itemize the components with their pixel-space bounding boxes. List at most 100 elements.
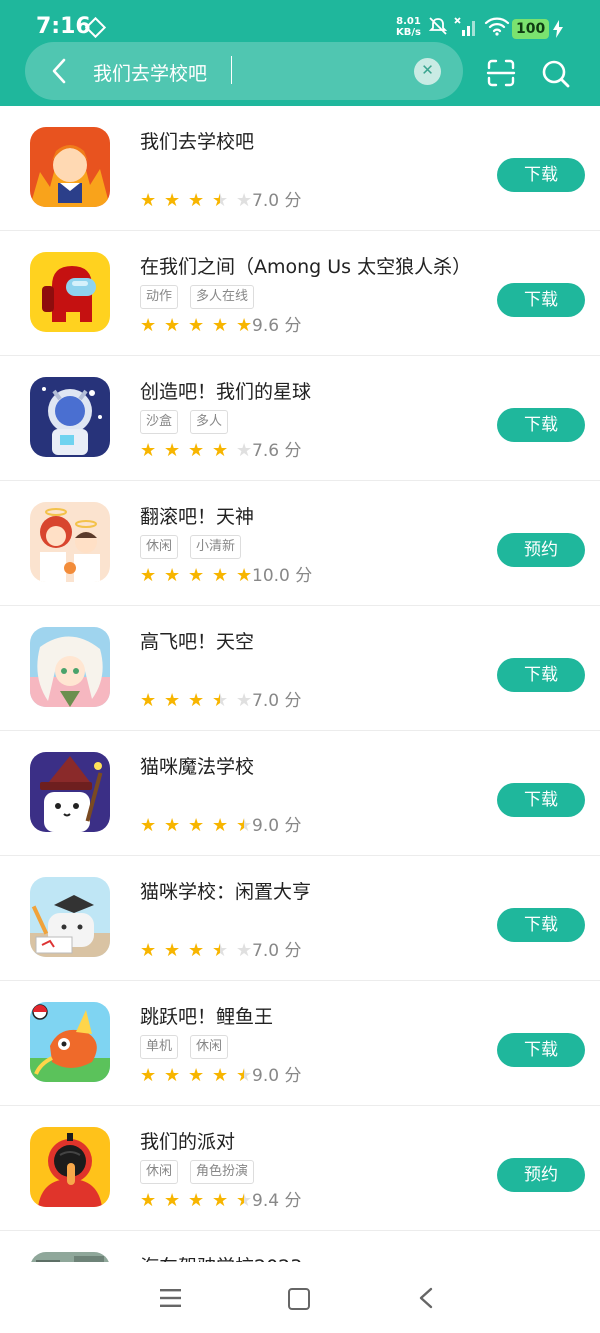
clear-search-button[interactable]: ✕ <box>414 58 441 85</box>
home-icon[interactable] <box>288 1288 310 1310</box>
reserve-button[interactable]: 预约 <box>497 1158 585 1192</box>
signal-icon <box>454 17 475 36</box>
rating-score: 9.0 分 <box>252 816 302 836</box>
star-icon: ★ <box>212 940 229 961</box>
list-item[interactable]: 高飞吧！天空 ★ ★ ★ ★ ★ 7.0 分 下载 <box>0 606 600 731</box>
star-icon: ★ <box>236 1065 253 1086</box>
download-button[interactable]: 下载 <box>497 658 585 692</box>
app-icon[interactable] <box>30 502 110 582</box>
app-icon[interactable] <box>30 627 110 707</box>
star-icon: ★ <box>188 190 205 211</box>
star-icon: ★ <box>164 690 181 711</box>
tag-list: 沙盒 多人 <box>140 410 240 434</box>
app-title[interactable]: 我们的派对 <box>140 1127 235 1154</box>
rating-score: 7.0 分 <box>252 941 302 961</box>
app-title[interactable]: 跳跃吧！鲤鱼王 <box>140 1002 273 1029</box>
app-title[interactable]: 高飞吧！天空 <box>140 627 254 654</box>
rating-score: 7.0 分 <box>252 691 302 711</box>
tag-list: 休闲 小清新 <box>140 535 253 559</box>
star-icon: ★ <box>164 940 181 961</box>
star-icon: ★ <box>188 815 205 836</box>
tag: 小清新 <box>190 535 242 559</box>
scan-icon[interactable] <box>486 58 516 88</box>
tag: 多人 <box>190 410 229 434</box>
star-icon: ★ <box>140 1190 157 1211</box>
rating-score: 7.0 分 <box>252 191 302 211</box>
network-speed-value: 8.01 <box>396 16 421 27</box>
search-icon[interactable] <box>540 58 572 90</box>
tag: 休闲 <box>140 1160 179 1184</box>
star-icon: ★ <box>188 940 205 961</box>
list-item[interactable]: 猫咪魔法学校 ★ ★ ★ ★ ★ 9.0 分 下载 <box>0 731 600 856</box>
app-icon[interactable] <box>30 877 110 957</box>
search-bar[interactable]: 我们去学校吧 ✕ <box>25 42 463 100</box>
wifi-icon <box>484 17 510 36</box>
star-icon: ★ <box>236 690 253 711</box>
app-title[interactable]: 猫咪学校：闲置大亨 <box>140 877 311 904</box>
list-item[interactable]: 我们去学校吧 ★ ★ ★ ★ ★ 7.0 分 下载 <box>0 106 600 231</box>
back-icon[interactable] <box>418 1287 434 1309</box>
star-icon: ★ <box>212 565 229 586</box>
star-icon: ★ <box>212 440 229 461</box>
star-icon: ★ <box>236 940 253 961</box>
app-icon[interactable] <box>30 1252 110 1262</box>
back-arrow-icon[interactable] <box>45 56 75 86</box>
app-title[interactable]: 猫咪魔法学校 <box>140 752 254 779</box>
star-icon: ★ <box>212 1190 229 1211</box>
app-title[interactable]: 我们去学校吧 <box>140 127 254 154</box>
list-item[interactable]: 翻滚吧！天神 休闲 小清新 ★ ★ ★ ★ ★ 10.0 分 预约 <box>0 481 600 606</box>
app-icon[interactable] <box>30 127 110 207</box>
star-icon: ★ <box>236 440 253 461</box>
app-icon[interactable] <box>30 377 110 457</box>
star-icon: ★ <box>140 565 157 586</box>
download-button[interactable]: 下载 <box>497 158 585 192</box>
search-results-list: 我们去学校吧 ★ ★ ★ ★ ★ 7.0 分 下载 在我们之间（Among Us… <box>0 106 600 1262</box>
star-icon: ★ <box>164 440 181 461</box>
rating-score: 9.4 分 <box>252 1191 302 1211</box>
star-icon: ★ <box>188 690 205 711</box>
app-title[interactable]: 创造吧！我们的星球 <box>140 377 311 404</box>
app-title[interactable]: 汽车驾驶学校2023 <box>140 1252 302 1262</box>
star-icon: ★ <box>164 190 181 211</box>
star-icon: ★ <box>188 315 205 336</box>
app-icon[interactable] <box>30 1002 110 1082</box>
tag: 休闲 <box>140 535 179 559</box>
text-cursor <box>231 56 232 84</box>
list-item[interactable]: 在我们之间（Among Us 太空狼人杀） 动作 多人在线 ★ ★ ★ ★ ★ 9… <box>0 231 600 356</box>
star-icon: ★ <box>140 1065 157 1086</box>
star-icon: ★ <box>140 440 157 461</box>
list-item[interactable]: 猫咪学校：闲置大亨 ★ ★ ★ ★ ★ 7.0 分 下载 <box>0 856 600 981</box>
star-icon: ★ <box>188 565 205 586</box>
download-button[interactable]: 下载 <box>497 783 585 817</box>
star-icon: ★ <box>236 1190 253 1211</box>
menu-icon[interactable] <box>160 1289 181 1307</box>
app-icon[interactable] <box>30 252 110 332</box>
star-icon: ★ <box>164 565 181 586</box>
star-icon: ★ <box>212 815 229 836</box>
list-item[interactable]: 汽车驾驶学校2023 <box>0 1231 600 1262</box>
search-input[interactable]: 我们去学校吧 <box>93 59 207 86</box>
star-icon: ★ <box>236 315 253 336</box>
list-item[interactable]: 跳跃吧！鲤鱼王 单机 休闲 ★ ★ ★ ★ ★ 9.0 分 下载 <box>0 981 600 1106</box>
app-icon[interactable] <box>30 752 110 832</box>
download-button[interactable]: 下载 <box>497 408 585 442</box>
star-icon: ★ <box>188 1065 205 1086</box>
star-icon: ★ <box>188 440 205 461</box>
app-title[interactable]: 翻滚吧！天神 <box>140 502 254 529</box>
star-icon: ★ <box>164 1190 181 1211</box>
app-title[interactable]: 在我们之间（Among Us 太空狼人杀） <box>140 252 471 279</box>
star-icon: ★ <box>212 315 229 336</box>
tag-list: 休闲 角色扮演 <box>140 1160 266 1184</box>
star-icon: ★ <box>236 190 253 211</box>
status-bar: 7:16 8.01 KB/s 100 <box>0 0 600 40</box>
reserve-button[interactable]: 预约 <box>497 533 585 567</box>
download-button[interactable]: 下载 <box>497 908 585 942</box>
app-icon[interactable] <box>30 1127 110 1207</box>
list-item[interactable]: 我们的派对 休闲 角色扮演 ★ ★ ★ ★ ★ 9.4 分 预约 <box>0 1106 600 1231</box>
rating-score: 9.6 分 <box>252 316 302 336</box>
download-button[interactable]: 下载 <box>497 1033 585 1067</box>
download-button[interactable]: 下载 <box>497 283 585 317</box>
top-header: 7:16 8.01 KB/s 100 我们去学校吧 ✕ <box>0 0 600 106</box>
list-item[interactable]: 创造吧！我们的星球 沙盒 多人 ★ ★ ★ ★ ★ 7.6 分 下载 <box>0 356 600 481</box>
tag: 动作 <box>140 285 179 309</box>
